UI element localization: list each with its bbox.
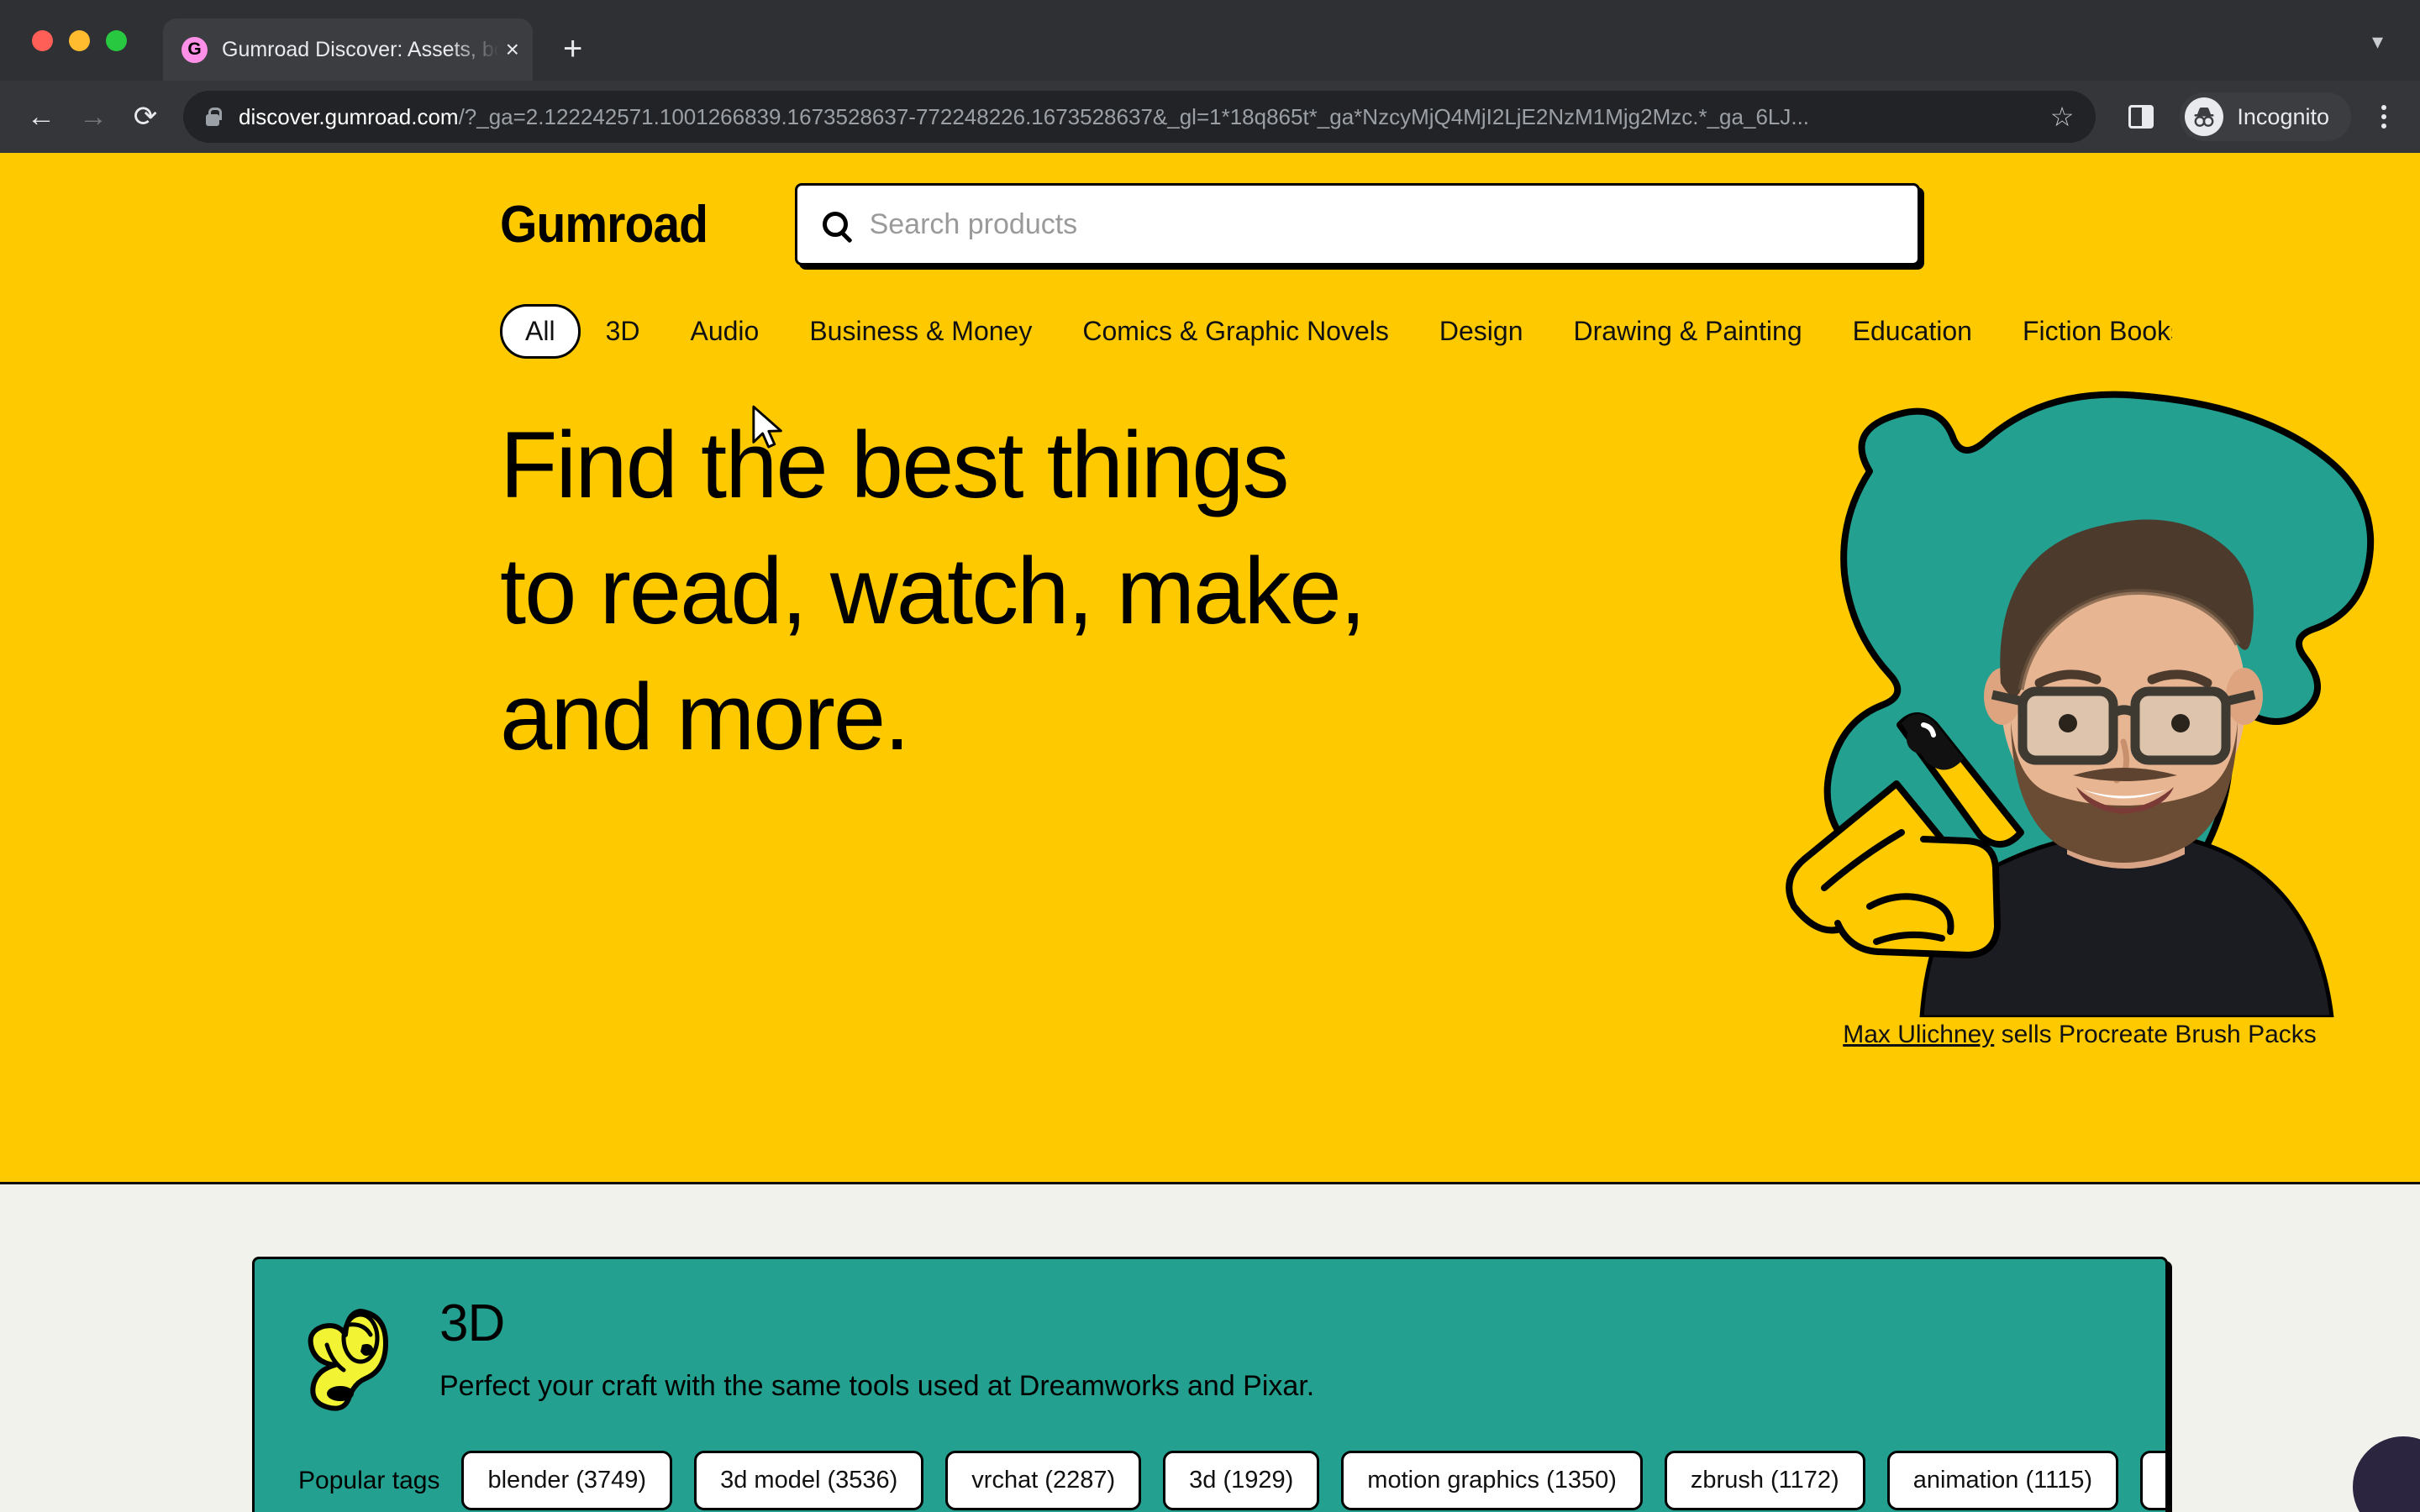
- close-tab-icon[interactable]: ×: [506, 38, 519, 61]
- hero-line-2: to read, watch, make,: [500, 538, 1366, 644]
- site-header: Gumroad: [248, 153, 2172, 265]
- hero-credit-text: sells Procreate Brush Packs: [1994, 1021, 2317, 1048]
- tab-title: Gumroad Discover: Assets, bo: [222, 37, 499, 61]
- hero-illustration-column: Max Ulichney sells Procreate Brush Packs: [1744, 362, 2416, 1049]
- category-chip-drawing-painting[interactable]: Drawing & Painting: [1548, 304, 1827, 359]
- popular-tags-label: Popular tags: [298, 1466, 440, 1494]
- popular-tags-row: Popular tags blender (3749) 3d model (353…: [298, 1451, 2165, 1510]
- category-chip-comics-graphic-novels[interactable]: Comics & Graphic Novels: [1057, 304, 1414, 359]
- browser-chrome: G Gumroad Discover: Assets, bo × + ▾ ← →…: [0, 0, 2420, 153]
- hero-body: Find the best things to read, watch, mak…: [248, 391, 2375, 1049]
- gumroad-favicon-icon: G: [182, 36, 208, 63]
- kebab-menu-icon[interactable]: [2370, 97, 2398, 137]
- browser-tab[interactable]: G Gumroad Discover: Assets, bo ×: [163, 18, 533, 81]
- hero-line-3: and more.: [500, 664, 910, 770]
- hero-line-1: Find the best things: [500, 412, 1289, 517]
- category-chip-3d[interactable]: 3D: [581, 304, 666, 359]
- category-chip-business-money[interactable]: Business & Money: [784, 304, 1057, 359]
- incognito-icon: [2185, 97, 2224, 136]
- popular-tag-chip[interactable]: 3d model (3536): [694, 1451, 924, 1510]
- hero-section: Gumroad All3DAudioBusiness & MoneyComics…: [0, 153, 2420, 1184]
- category-chip-audio[interactable]: Audio: [665, 304, 784, 359]
- window-traffic-lights: [32, 30, 127, 51]
- page-content: Gumroad All3DAudioBusiness & MoneyComics…: [0, 153, 2420, 1512]
- address-bar[interactable]: discover.gumroad.com/?_ga=2.122242571.10…: [183, 91, 2096, 143]
- side-panel-icon: [2128, 105, 2154, 129]
- hero-credit-link[interactable]: Max Ulichney: [1843, 1021, 1994, 1048]
- hero-credit: Max Ulichney sells Procreate Brush Packs: [1843, 1021, 2317, 1049]
- kebab-dot: [2381, 123, 2386, 129]
- category-chip-all[interactable]: All: [500, 304, 581, 359]
- search-icon: [822, 212, 848, 237]
- chevron-down-icon[interactable]: ▾: [2372, 29, 2383, 55]
- browser-toolbar: ← → ⟳ discover.gumroad.com/?_ga=2.122242…: [0, 81, 2420, 153]
- category-cards-area: 3D Perfect your craft with the same tool…: [0, 1184, 2420, 1512]
- popular-tag-chip[interactable]: vrchat (2287): [945, 1451, 1142, 1510]
- search-input[interactable]: [869, 207, 1892, 241]
- incognito-profile-button[interactable]: Incognito: [2180, 92, 2351, 141]
- card-subtitle: Perfect your craft with the same tools u…: [439, 1370, 1315, 1403]
- hero-illustration: [1744, 362, 2416, 1020]
- maximize-window-button[interactable]: [106, 30, 127, 51]
- incognito-label: Incognito: [2237, 103, 2329, 129]
- gumroad-logo[interactable]: Gumroad: [500, 195, 708, 255]
- popular-tag-chip[interactable]: motion graphics (1350): [1341, 1451, 1643, 1510]
- back-button[interactable]: ←: [15, 91, 67, 143]
- popular-tag-chip[interactable]: blender (3749): [461, 1451, 673, 1510]
- forward-button[interactable]: →: [67, 91, 119, 143]
- reload-button[interactable]: ⟳: [119, 91, 171, 143]
- popular-tag-chip[interactable]: spark a: [2140, 1451, 2165, 1510]
- kebab-dot: [2381, 105, 2386, 110]
- category-chip-fiction-books[interactable]: Fiction Books: [1997, 304, 2172, 359]
- side-panel-button[interactable]: [2118, 93, 2165, 140]
- card-title: 3D: [439, 1294, 505, 1352]
- category-chip-education[interactable]: Education: [1828, 304, 1997, 359]
- popular-tag-chip[interactable]: zbrush (1172): [1664, 1451, 1865, 1510]
- minimize-window-button[interactable]: [69, 30, 90, 51]
- popular-tag-chip[interactable]: animation (1115): [1886, 1451, 2119, 1510]
- category-card-3d[interactable]: 3D Perfect your craft with the same tool…: [252, 1257, 2168, 1512]
- category-nav: All 3D Audio Business & Money Comics & Graph…: [248, 304, 2172, 359]
- kebab-dot: [2381, 114, 2386, 119]
- url-path: /?_ga=2.122242571.1001266839.1673528637-…: [458, 103, 1810, 129]
- url-text: discover.gumroad.com/?_ga=2.122242571.10…: [239, 104, 2042, 130]
- lock-icon: [203, 106, 222, 128]
- chat-widget-button[interactable]: [2353, 1436, 2420, 1512]
- close-window-button[interactable]: [32, 30, 53, 51]
- url-host: discover.gumroad.com: [239, 103, 459, 129]
- 3d-mascot-icon: [298, 1301, 409, 1412]
- search-bar[interactable]: [794, 183, 1920, 265]
- popular-tag-chip[interactable]: 3d (1929): [1163, 1451, 1320, 1510]
- page-title: Find the best things to read, watch, mak…: [500, 402, 1744, 780]
- bookmark-star-icon[interactable]: ☆: [2050, 101, 2075, 133]
- tab-strip: G Gumroad Discover: Assets, bo × + ▾: [0, 0, 2420, 81]
- category-chip-design[interactable]: Design: [1414, 304, 1549, 359]
- new-tab-button[interactable]: +: [563, 32, 582, 66]
